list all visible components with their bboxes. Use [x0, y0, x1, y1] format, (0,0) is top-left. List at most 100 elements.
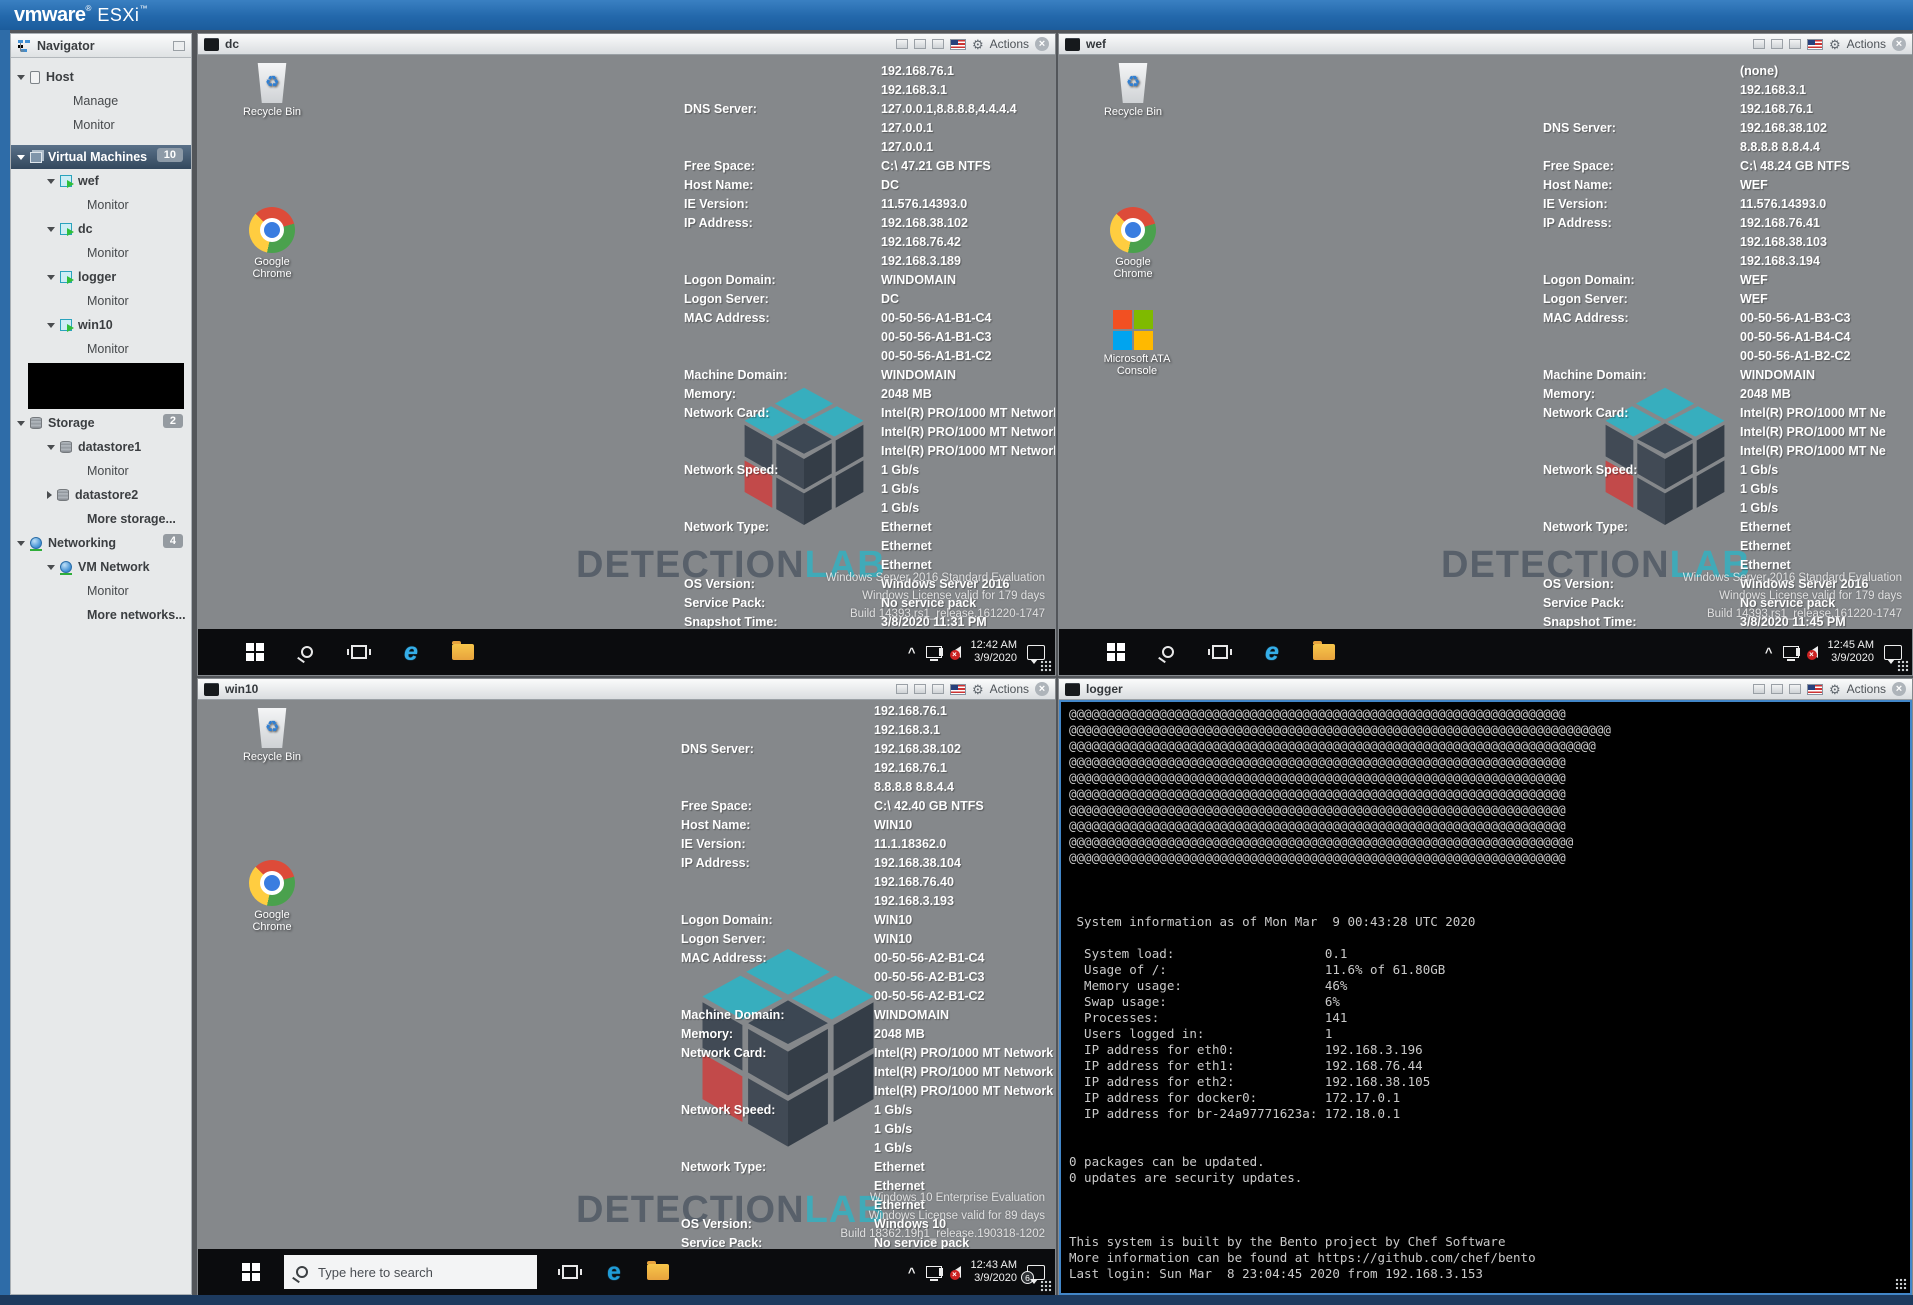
microsoft-edge-icon[interactable]: e	[603, 1261, 625, 1283]
task-view-icon[interactable]	[559, 1261, 581, 1283]
console-resize-grip[interactable]	[1897, 660, 1909, 672]
taskbar-clock[interactable]: 12:43 AM 3/9/2020	[971, 1259, 1017, 1285]
keyboard-layout-us-flag-icon[interactable]	[1807, 684, 1823, 695]
keyboard-layout-us-flag-icon[interactable]	[950, 39, 966, 50]
taskbar-overflow-chevron-icon[interactable]: ^	[1765, 645, 1773, 660]
sidebar-item[interactable]: Monitor	[11, 193, 191, 217]
sidebar-item[interactable]: Monitor	[11, 459, 191, 483]
console-window-titlebar[interactable]: dc ⚙ Actions ×	[198, 34, 1055, 55]
taskbar-clock[interactable]: 12:42 AM 3/9/2020	[971, 639, 1017, 665]
console-fullscreen-icon[interactable]	[932, 684, 944, 694]
vm-desktop-dc[interactable]: Recycle Bin Google Chrome DETECTIONLAB	[198, 55, 1055, 675]
console-screenshot-icon[interactable]	[1753, 684, 1765, 694]
internet-explorer-icon[interactable]: e	[1261, 641, 1283, 663]
sidebar-item[interactable]: More storage...	[11, 507, 191, 531]
sidebar-item[interactable]: Storage 2	[11, 411, 191, 435]
sidebar-item[interactable]: Monitor	[11, 579, 191, 603]
sidebar-item[interactable]: datastore1	[11, 435, 191, 459]
recycle-bin-shortcut[interactable]: Recycle Bin	[234, 708, 310, 763]
google-chrome-shortcut[interactable]: Google Chrome	[234, 207, 310, 280]
gear-icon[interactable]: ⚙	[1829, 683, 1841, 696]
sidebar-item[interactable]: Monitor	[11, 289, 191, 313]
tree-arrow-icon[interactable]	[17, 75, 25, 80]
console-window-titlebar[interactable]: logger ⚙ Actions ×	[1059, 679, 1912, 700]
internet-explorer-icon[interactable]: e	[400, 641, 422, 663]
console-fullscreen-icon[interactable]	[1789, 39, 1801, 49]
taskbar-overflow-chevron-icon[interactable]: ^	[908, 1265, 916, 1280]
taskbar-search-icon[interactable]	[1157, 641, 1179, 663]
tree-arrow-icon[interactable]	[47, 323, 55, 328]
sidebar-item[interactable]: dc	[11, 217, 191, 241]
file-explorer-icon[interactable]	[1313, 641, 1335, 663]
vm-taskbar[interactable]: Type here to search e ^ 12:43 AM 3/9/202…	[198, 1249, 1055, 1295]
sidebar-item[interactable]: Manage	[11, 89, 191, 113]
console-resize-grip[interactable]	[1040, 660, 1052, 672]
close-icon[interactable]: ×	[1035, 37, 1049, 51]
sidebar-item[interactable]: Monitor	[11, 337, 191, 361]
console-resize-grip[interactable]	[1895, 1278, 1907, 1290]
tree-arrow-icon[interactable]	[47, 565, 55, 570]
console-screenshot-icon[interactable]	[896, 684, 908, 694]
vm-taskbar[interactable]: e ^ 12:42 AM 3/9/2020	[198, 629, 1055, 675]
sidebar-item[interactable]: win10	[11, 313, 191, 337]
actions-button[interactable]: Actions	[990, 37, 1029, 51]
action-center-icon[interactable]: 6	[1027, 1265, 1045, 1280]
tree-arrow-icon[interactable]	[47, 227, 55, 232]
microsoft-ata-console-shortcut[interactable]: Microsoft ATA Console	[1095, 310, 1171, 377]
tree-arrow-icon[interactable]	[47, 275, 55, 280]
speaker-muted-icon[interactable]	[952, 1266, 961, 1278]
sidebar-item[interactable]: Monitor	[11, 113, 191, 137]
task-view-icon[interactable]	[1209, 641, 1231, 663]
console-fullscreen-icon[interactable]	[932, 39, 944, 49]
tree-arrow-icon[interactable]	[47, 445, 55, 450]
file-explorer-icon[interactable]	[452, 641, 474, 663]
console-screenshot-icon[interactable]	[1753, 39, 1765, 49]
vm-desktop-win10[interactable]: Recycle Bin Google Chrome DETECTIONLAB	[198, 700, 1055, 1295]
console-resize-grip[interactable]	[1040, 1280, 1052, 1292]
sidebar-item[interactable]: datastore2	[11, 483, 191, 507]
console-popout-icon[interactable]	[1771, 39, 1783, 49]
google-chrome-shortcut[interactable]: Google Chrome	[1095, 207, 1171, 280]
sidebar-item[interactable]: VM Network	[11, 555, 191, 579]
tree-arrow-icon[interactable]	[47, 491, 52, 499]
console-popout-icon[interactable]	[914, 684, 926, 694]
sidebar-item[interactable]: Monitor	[11, 241, 191, 265]
actions-button[interactable]: Actions	[990, 682, 1029, 696]
tree-arrow-icon[interactable]	[47, 179, 55, 184]
close-icon[interactable]: ×	[1892, 37, 1906, 51]
terminal-prompt-line[interactable]: vagrant@logger:~$	[1069, 1282, 1910, 1295]
actions-button[interactable]: Actions	[1847, 37, 1886, 51]
keyboard-layout-us-flag-icon[interactable]	[1807, 39, 1823, 50]
actions-button[interactable]: Actions	[1847, 682, 1886, 696]
console-popout-icon[interactable]	[914, 39, 926, 49]
sidebar-item[interactable]	[28, 363, 184, 409]
recycle-bin-shortcut[interactable]: Recycle Bin	[1095, 63, 1171, 118]
file-explorer-icon[interactable]	[647, 1261, 669, 1283]
windows-start-button[interactable]	[1105, 641, 1127, 663]
action-center-icon[interactable]	[1027, 645, 1045, 660]
navigator-pin-icon[interactable]	[173, 41, 185, 51]
sidebar-item[interactable]: More networks...	[11, 603, 191, 627]
gear-icon[interactable]: ⚙	[1829, 38, 1841, 51]
console-popout-icon[interactable]	[1771, 684, 1783, 694]
keyboard-layout-us-flag-icon[interactable]	[950, 684, 966, 695]
sidebar-item[interactable]: Host	[11, 65, 191, 89]
task-view-icon[interactable]	[348, 641, 370, 663]
windows-start-button[interactable]	[240, 1261, 262, 1283]
taskbar-search-icon[interactable]	[296, 641, 318, 663]
windows-start-button[interactable]	[244, 641, 266, 663]
vm-taskbar[interactable]: e ^ 12:45 AM 3/9/2020	[1059, 629, 1912, 675]
gear-icon[interactable]: ⚙	[972, 683, 984, 696]
vm-desktop-wef[interactable]: Recycle Bin Google Chrome Microsoft ATA …	[1059, 55, 1912, 675]
sidebar-item[interactable]: wef	[11, 169, 191, 193]
taskbar-search-input[interactable]: Type here to search	[284, 1255, 537, 1289]
console-fullscreen-icon[interactable]	[1789, 684, 1801, 694]
google-chrome-shortcut[interactable]: Google Chrome	[234, 860, 310, 933]
sidebar-item[interactable]: Virtual Machines 10	[11, 145, 191, 169]
action-center-icon[interactable]	[1884, 645, 1902, 660]
console-window-titlebar[interactable]: wef ⚙ Actions ×	[1059, 34, 1912, 55]
close-icon[interactable]: ×	[1892, 682, 1906, 696]
logger-terminal[interactable]: @@@@@@@@@@@@@@@@@@@@@@@@@@@@@@@@@@@@@@@@…	[1059, 700, 1912, 1295]
speaker-muted-icon[interactable]	[952, 646, 961, 658]
gear-icon[interactable]: ⚙	[972, 38, 984, 51]
